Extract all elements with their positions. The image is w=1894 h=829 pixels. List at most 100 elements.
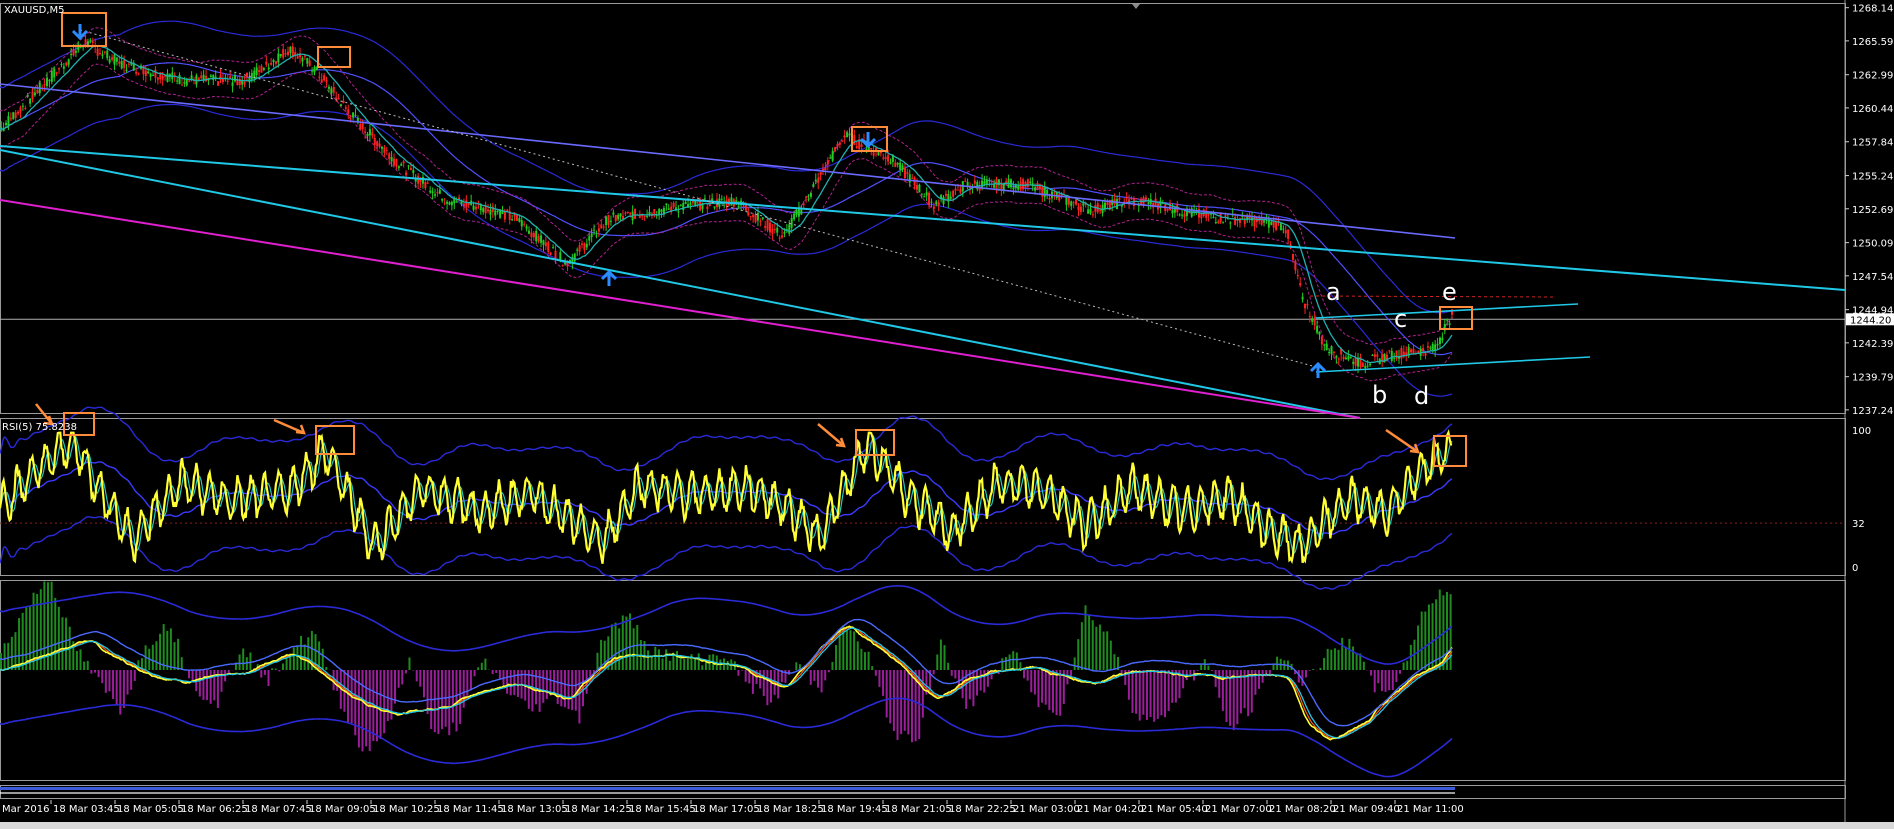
candle-body <box>1181 214 1184 216</box>
histogram-panel[interactable] <box>0 581 1455 794</box>
candle-body <box>393 158 396 166</box>
candle-body <box>764 226 767 228</box>
time-tick-label: Mar 2016 <box>2 804 50 815</box>
candle-body <box>908 174 911 183</box>
histogram-bar <box>1214 670 1217 687</box>
candle-body <box>730 197 733 206</box>
candle-body <box>176 80 179 82</box>
candle-body <box>1279 223 1282 231</box>
rsi-panel[interactable] <box>0 403 1845 590</box>
histogram-bar <box>198 670 201 697</box>
candle-body <box>1405 352 1408 355</box>
candle-body <box>1335 356 1338 358</box>
candle-body <box>229 76 232 79</box>
candle-body <box>834 147 837 152</box>
price-panel[interactable] <box>0 12 1846 419</box>
candle-body <box>385 149 388 151</box>
highlight-box[interactable] <box>317 46 351 68</box>
candle-body <box>113 54 116 65</box>
histogram-bar <box>1449 594 1452 670</box>
candle-body <box>1441 337 1444 341</box>
histogram-bar <box>1124 670 1127 685</box>
candle-body <box>783 232 786 234</box>
candle-body <box>1173 208 1176 213</box>
support-line-magenta[interactable] <box>0 199 1361 419</box>
candle-body <box>501 211 504 214</box>
candle-body <box>1381 354 1384 362</box>
histogram-bar <box>654 646 657 670</box>
histogram-bar <box>668 660 671 670</box>
histogram-bar <box>976 670 979 696</box>
candle-body <box>127 63 130 65</box>
price-tick-label: 1239.79 <box>1852 373 1893 384</box>
histogram-bar <box>878 670 881 687</box>
histogram-bar <box>1258 670 1261 689</box>
buy-arrow-icon <box>1309 361 1327 378</box>
candle-body <box>781 235 784 238</box>
histogram-bar <box>574 670 577 711</box>
chart-tabs-bar[interactable] <box>0 822 1894 829</box>
channel-lower-line[interactable] <box>0 149 1361 419</box>
histogram-bar <box>939 639 942 670</box>
candle-body <box>964 180 967 182</box>
candle-body <box>352 112 355 118</box>
histogram-bar <box>553 670 556 695</box>
candle-body <box>761 217 764 220</box>
candle-body <box>1316 325 1319 333</box>
candle-body <box>1299 283 1302 286</box>
candle-body <box>609 220 612 222</box>
shift-marker-icon[interactable] <box>1132 4 1140 9</box>
candle-body <box>313 66 316 73</box>
candle-body <box>465 200 468 207</box>
histogram-bar <box>556 670 559 705</box>
histogram-bar <box>281 663 284 670</box>
candle-body <box>274 61 277 64</box>
histogram-bar <box>1370 670 1373 676</box>
channel-upper-line[interactable] <box>0 145 1846 291</box>
histogram-bar <box>1059 670 1062 716</box>
candle-body <box>436 192 439 194</box>
channel-mid-line[interactable] <box>0 83 1456 239</box>
rsi-line[interactable] <box>0 429 1453 564</box>
candle-body <box>72 49 75 56</box>
candle-body <box>1135 198 1138 200</box>
chart-canvas[interactable]: 1268.14 1265.59 1262.99 1260.44 1257.84 1255.… <box>0 0 1894 822</box>
candle-body <box>496 210 499 212</box>
candle-body <box>1364 366 1367 369</box>
candle-body <box>364 131 367 133</box>
candle-body <box>826 160 829 165</box>
candle-body <box>161 75 164 80</box>
histogram-bar <box>1355 652 1358 670</box>
histogram-bar <box>209 670 212 704</box>
histogram-bar <box>697 653 700 670</box>
candle-body <box>1082 203 1085 206</box>
candle-body <box>588 236 591 241</box>
histogram-bar <box>426 670 429 715</box>
candle-body <box>1094 205 1097 212</box>
candle-body <box>1284 230 1287 234</box>
histogram-bar <box>1431 603 1434 670</box>
resistance-dotted-line[interactable] <box>1309 295 1557 298</box>
candle-body <box>450 201 453 206</box>
histogram-bar <box>173 642 176 670</box>
candle-body <box>402 161 405 164</box>
highlight-box[interactable] <box>61 12 107 47</box>
candle-body <box>12 112 15 120</box>
candle-body <box>166 73 169 82</box>
histogram-bar <box>1427 604 1430 670</box>
candle-body <box>1354 357 1357 366</box>
histogram-bar <box>578 670 581 724</box>
histogram-bar <box>972 670 975 707</box>
histogram-bar <box>1095 626 1098 670</box>
price-tick-label: 1257.84 <box>1852 138 1893 149</box>
histogram-bar <box>477 667 480 670</box>
histogram-bar <box>824 670 827 681</box>
histogram-bar <box>296 645 299 670</box>
candle-body <box>1270 221 1273 225</box>
histogram-bar <box>347 670 350 723</box>
candle-body <box>366 133 369 137</box>
histogram-bar <box>545 670 548 699</box>
candle-body <box>1313 317 1316 326</box>
candles[interactable] <box>0 35 1454 374</box>
candle-body <box>303 55 306 57</box>
